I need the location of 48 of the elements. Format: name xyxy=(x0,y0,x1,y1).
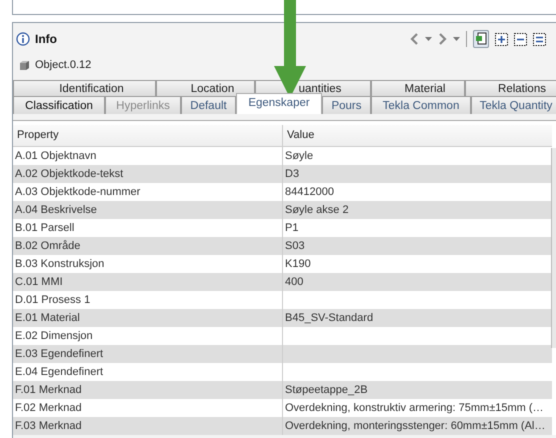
property-cell-text: B.01 Parsell xyxy=(14,221,76,236)
info-icon xyxy=(16,32,30,46)
value-cell: B45_SV-Standard xyxy=(282,309,552,327)
property-cell-text: A.03 Objektkode-nummer xyxy=(14,185,142,200)
property-cell: A.04 Beskrivelse xyxy=(13,201,282,219)
cube-icon xyxy=(19,60,30,70)
collapse-icon[interactable] xyxy=(514,32,527,46)
tab[interactable]: Material xyxy=(371,80,465,96)
property-cell: B.02 Område xyxy=(13,237,282,255)
property-cell: F.01 Merknad xyxy=(13,381,282,399)
property-cell: E.03 Egendefinert xyxy=(13,345,282,363)
tab[interactable]: Tekla Common xyxy=(371,96,471,114)
value-cell: D3 xyxy=(282,165,552,183)
tab[interactable]: Pours xyxy=(322,96,371,114)
value-cell: S03 xyxy=(282,237,552,255)
forward-icon[interactable] xyxy=(438,33,447,45)
tab[interactable]: Relations xyxy=(465,80,556,96)
tab[interactable]: Classification xyxy=(13,96,105,114)
property-cell-text: F.02 Merknad xyxy=(14,401,83,416)
panel-title: Info xyxy=(35,32,57,46)
value-cell: 400 xyxy=(282,273,552,291)
property-cell-text: B.03 Konstruksjon xyxy=(14,257,106,272)
property-cell-text: E.04 Egendefinert xyxy=(14,365,104,380)
list-icon[interactable] xyxy=(533,32,546,46)
back-icon[interactable] xyxy=(410,33,419,45)
caret-icon[interactable] xyxy=(425,37,432,41)
object-name: Object.0.12 xyxy=(35,59,92,71)
property-cell: E.01 Material xyxy=(13,309,282,327)
column-header[interactable]: Value xyxy=(282,125,552,147)
expand-icon[interactable] xyxy=(495,32,508,46)
property-cell-text: D.01 Prosess 1 xyxy=(14,293,92,308)
value-cell: Støpeetappe_2B xyxy=(282,381,552,399)
tab[interactable]: Identification xyxy=(13,80,156,96)
value-cell: Overdekning, monteringsstenger: 60mm±15mm (Al… xyxy=(282,417,552,435)
tab[interactable]: Egenskaper xyxy=(236,93,322,114)
property-cell-text: A.01 Objektnavn xyxy=(14,149,98,164)
pin-button[interactable] xyxy=(473,30,489,48)
document-icon xyxy=(475,32,487,46)
column-header[interactable]: Property xyxy=(13,125,282,147)
property-cell: C.01 MMI xyxy=(13,273,282,291)
tab[interactable]: Location xyxy=(156,80,255,96)
property-cell-text: E.02 Dimensjon xyxy=(14,329,94,344)
caret-icon[interactable] xyxy=(453,37,460,41)
value-cell: Søyle akse 2 xyxy=(282,201,552,219)
property-cell: A.02 Objektkode-tekst xyxy=(13,165,282,183)
property-cell: F.03 Merknad xyxy=(13,417,282,435)
tab[interactable]: Default xyxy=(181,96,236,114)
tab[interactable]: Tekla Quantity xyxy=(471,96,556,114)
